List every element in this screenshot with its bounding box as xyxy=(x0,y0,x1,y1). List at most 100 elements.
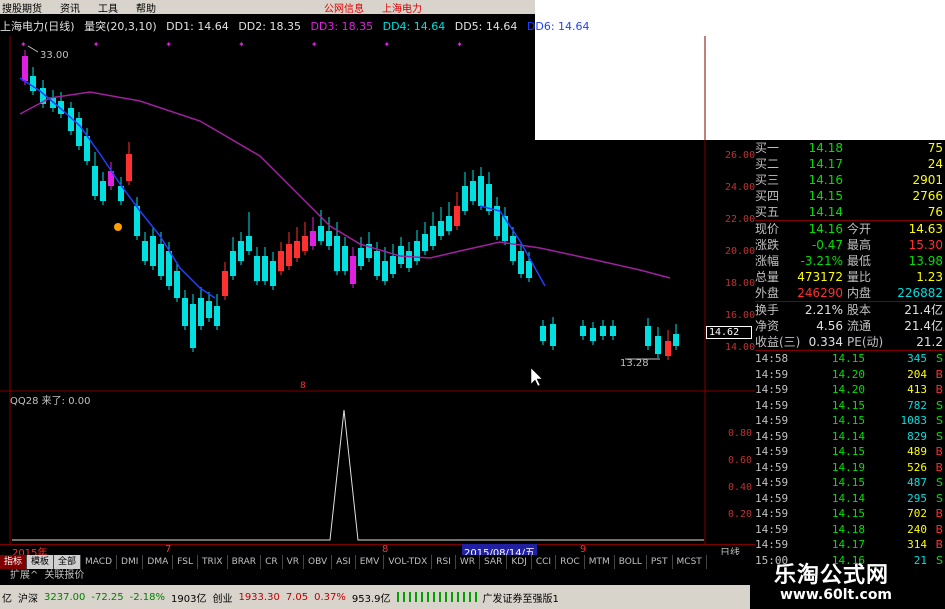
indicator-tab[interactable]: ROC xyxy=(556,555,585,569)
candle-body xyxy=(655,336,661,354)
tick-row: 14:59 14.15 489 B xyxy=(755,444,945,460)
indicator-tab[interactable]: BRAR xyxy=(228,555,262,569)
menu-item-2[interactable]: 工具 xyxy=(98,0,118,15)
quote-label-2: 量比 xyxy=(847,270,872,284)
indicator-tab[interactable]: BOLL xyxy=(615,555,647,569)
quote-block: 现价 14.16 今开 14.63 涨跌 -0.47 最高 15.30 涨幅 -3.21% 最低 13… xyxy=(755,220,945,301)
indicator-tab[interactable]: MTM xyxy=(585,555,615,569)
indicator-tab[interactable]: WR xyxy=(456,555,481,569)
candle-body xyxy=(430,226,436,246)
indicator-tab[interactable]: EMV xyxy=(356,555,385,569)
indicator-tab[interactable]: FSL xyxy=(173,555,198,569)
related-quote-tab[interactable]: 关联报价 xyxy=(44,569,84,583)
menu-item-3[interactable]: 帮助 xyxy=(136,0,156,15)
tick-time: 14:59 xyxy=(755,507,789,520)
quote-value: 246290 xyxy=(797,286,843,300)
candle-body xyxy=(390,256,396,274)
indicator-tab[interactable]: MCST xyxy=(673,555,707,569)
order-volume: 75 xyxy=(927,141,943,155)
tick-row: 14:59 14.14 829 S xyxy=(755,429,945,445)
tick-side: B xyxy=(935,522,943,536)
candle-body xyxy=(462,186,468,211)
indicator-tab[interactable]: CCI xyxy=(532,555,557,569)
date-month-7: 7 xyxy=(165,544,172,555)
indicator-tab[interactable]: RSI xyxy=(432,555,456,569)
tick-price: 14.14 xyxy=(831,491,865,505)
sub-chart[interactable] xyxy=(0,392,755,544)
quote-value-2: 226882 xyxy=(897,286,943,300)
tick-side: B xyxy=(935,445,943,458)
order-price: 14.17 xyxy=(808,157,843,171)
tick-volume: 295 xyxy=(907,491,927,505)
candle-body xyxy=(92,166,98,196)
candle-body xyxy=(540,326,546,341)
indicator-tab[interactable]: CR xyxy=(261,555,283,569)
indicator-tab[interactable]: TRIX xyxy=(198,555,228,569)
tick-price: 14.15 xyxy=(831,352,865,365)
date-month-9: 9 xyxy=(580,544,587,555)
candle-body xyxy=(166,251,172,286)
tick-time: 14:59 xyxy=(755,414,789,427)
indicator-tab[interactable]: MACD xyxy=(81,555,118,569)
indicator-tab[interactable]: VR xyxy=(283,555,305,569)
mouse-cursor-icon xyxy=(530,367,543,387)
candle-body xyxy=(382,261,388,281)
quote-label: 涨跌 xyxy=(755,238,780,252)
indicator-tab[interactable]: 模板 xyxy=(27,555,55,569)
order-book-row: 买一 14.18 75 xyxy=(755,140,945,156)
quote-label: 外盘 xyxy=(755,286,780,300)
quote-row: 总量 473172 量比 1.23 xyxy=(755,269,945,285)
order-book-row: 买二 14.17 24 xyxy=(755,156,945,172)
indicator-tab[interactable]: 全部 xyxy=(54,555,82,569)
gem-value: 1933.30 xyxy=(238,591,280,603)
candle-body xyxy=(600,326,606,336)
indicator-tab[interactable]: KDJ xyxy=(507,555,532,569)
tick-volume: 21 xyxy=(913,553,927,567)
gem-name[interactable]: 创业 xyxy=(212,590,232,605)
gem-change: 7.05 xyxy=(285,591,309,603)
indicator-tab[interactable]: 指标 xyxy=(0,555,28,569)
status-bar: 亿 沪深 3237.00 -72.25 -2.18% 1903亿 创业 1933… xyxy=(0,585,750,609)
tick-row: 14:59 14.20 413 B xyxy=(755,382,945,398)
tick-time: 14:59 xyxy=(755,429,789,443)
tick-side: B xyxy=(935,538,943,551)
order-volume: 2766 xyxy=(912,189,943,203)
price-marker-badge: 14.62 xyxy=(706,326,752,339)
quote-label: 涨幅 xyxy=(755,254,780,268)
tick-price: 14.16 xyxy=(831,553,865,567)
tick-row: 14:59 14.15 782 S xyxy=(755,398,945,414)
candle-body xyxy=(478,176,484,206)
indicator-tab[interactable]: PST xyxy=(647,555,673,569)
tick-time: 14:59 xyxy=(755,398,789,412)
menu-center-item-1[interactable]: 上海电力 xyxy=(382,0,422,15)
price-tick-6: 14.00 xyxy=(725,342,756,353)
indicator-tab[interactable]: OBV xyxy=(304,555,333,569)
tick-price: 14.15 xyxy=(831,507,865,520)
indicator-tab[interactable]: SAR xyxy=(480,555,508,569)
tick-row: 14:59 14.17 314 B xyxy=(755,537,945,553)
price-chart[interactable]: 33.00 13.28 8 xyxy=(0,36,755,392)
index-name[interactable]: 沪深 xyxy=(18,590,38,605)
candle-body xyxy=(486,184,492,211)
candle-body xyxy=(665,341,671,356)
candle-body xyxy=(198,298,204,326)
order-volume: 2901 xyxy=(912,173,943,187)
candle-body xyxy=(358,248,364,266)
tick-time: 14:58 xyxy=(755,352,789,365)
indicator-tab[interactable]: DMI xyxy=(117,555,144,569)
indicator-tab[interactable]: DMA xyxy=(143,555,174,569)
menu-item-1[interactable]: 资讯 xyxy=(60,0,80,15)
menu-bar: 搜股期货 资讯 工具 帮助 公网信息 上海电力 xyxy=(0,0,535,15)
order-label: 买三 xyxy=(755,173,780,187)
indicator-tab[interactable]: ASI xyxy=(332,555,356,569)
quote-label-2: 最低 xyxy=(847,254,872,268)
dd6-value: DD6: 14.64 xyxy=(526,20,590,33)
stats-label-2: PE(动) xyxy=(847,335,884,349)
quote-label-2: 内盘 xyxy=(847,286,872,300)
indicator-tab[interactable]: VOL-TDX xyxy=(384,555,433,569)
menu-item-0[interactable]: 搜股期货 xyxy=(2,0,42,15)
expand-tab[interactable]: 扩展^ xyxy=(10,569,38,583)
quote-value-2: 1.23 xyxy=(916,270,943,284)
stats-row: 换手 2.21% 股本 21.4亿 xyxy=(755,302,945,318)
menu-center-item-0[interactable]: 公网信息 xyxy=(324,0,364,15)
